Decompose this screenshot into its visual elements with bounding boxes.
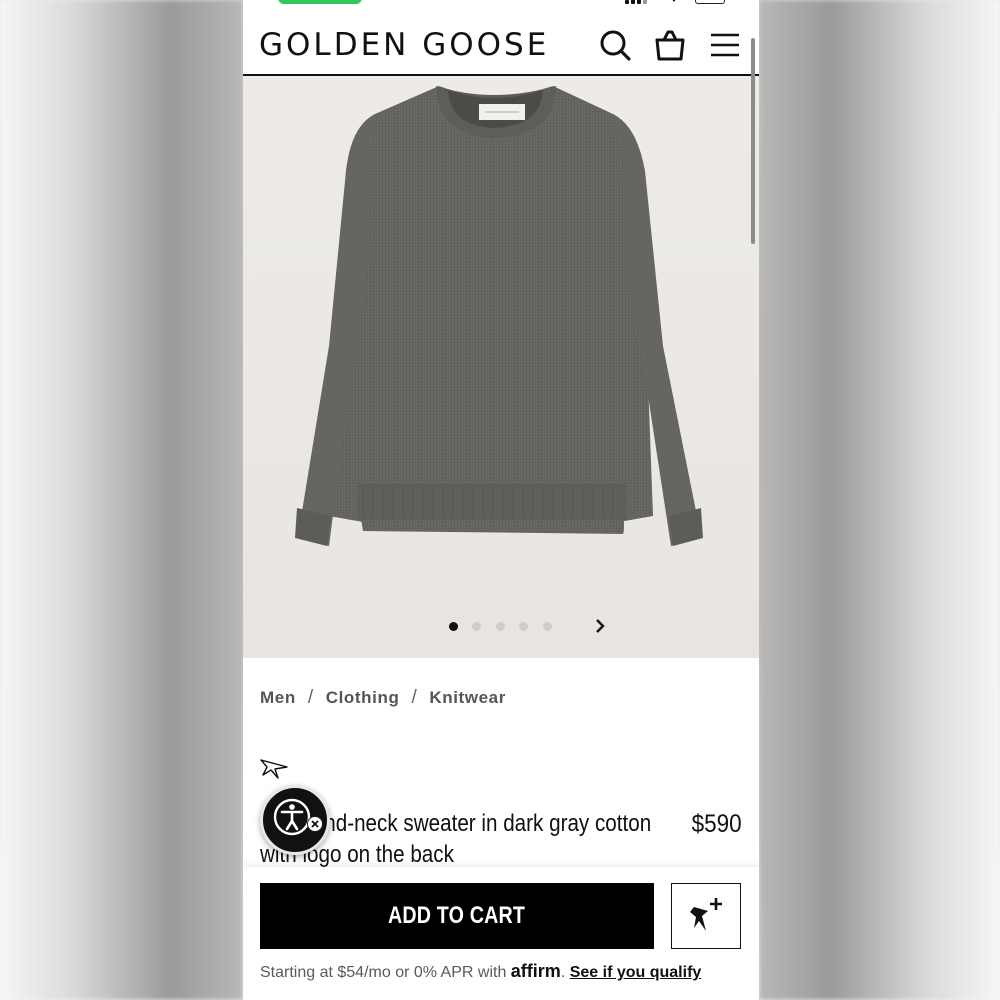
status-bar (243, 0, 759, 10)
battery-icon (695, 0, 725, 4)
breadcrumb-men[interactable]: Men (260, 688, 296, 708)
scrollbar[interactable] (751, 38, 755, 244)
signal-icon (643, 0, 647, 4)
background-right (759, 0, 1000, 1000)
close-icon[interactable] (307, 816, 323, 832)
gallery-dot[interactable] (519, 622, 528, 631)
shopping-bag-icon (655, 30, 685, 61)
signal-icon (631, 0, 635, 4)
brand-logo[interactable]: GOLDEN GOOSE (259, 27, 549, 63)
chevron-right-icon (596, 619, 605, 633)
background-left (0, 0, 243, 1000)
search-icon (600, 30, 631, 61)
hamburger-menu-icon (711, 33, 739, 57)
financing-suffix: . (560, 964, 570, 981)
purchase-bar: ADD TO CART Starting at $54/mo or 0% APR… (243, 867, 759, 1000)
call-indicator (278, 0, 362, 4)
signal-icon (637, 0, 641, 4)
star-plus-icon (690, 898, 722, 931)
breadcrumb-clothing[interactable]: Clothing (326, 688, 400, 708)
affirm-financing: Starting at $54/mo or 0% APR with affirm… (260, 961, 750, 982)
breadcrumb-separator: / (307, 687, 314, 708)
affirm-logo: affirm (510, 961, 561, 981)
wifi-icon (669, 0, 679, 2)
cart-button[interactable] (653, 28, 687, 62)
gallery-dot[interactable] (472, 622, 481, 631)
accessibility-button[interactable] (260, 785, 330, 855)
product-image (295, 86, 703, 546)
site-header: GOLDEN GOOSE (243, 22, 759, 76)
product-price: $590 (691, 810, 742, 838)
financing-text: Starting at $54/mo or 0% APR with (260, 964, 511, 981)
status-icons (625, 0, 729, 4)
gallery-dot[interactable] (449, 622, 458, 631)
affirm-qualify-link[interactable]: See if you qualify (570, 964, 702, 981)
add-to-cart-button[interactable]: ADD TO CART (260, 883, 654, 949)
gallery-dot[interactable] (496, 622, 505, 631)
phone-screen: GOLDEN GOOSE Men / Clothing / Knitwear o… (243, 0, 759, 1000)
breadcrumb-knitwear[interactable]: Knitwear (429, 688, 506, 708)
breadcrumb: Men / Clothing / Knitwear (260, 687, 506, 709)
gallery-next-button[interactable] (591, 617, 609, 635)
star-brand-icon (259, 757, 289, 781)
wishlist-button[interactable] (671, 883, 741, 949)
breadcrumb-separator: / (411, 687, 418, 708)
product-image-gallery[interactable] (243, 76, 759, 658)
signal-icon (625, 0, 629, 4)
gallery-dot[interactable] (543, 622, 552, 631)
product-title-line1: ound-neck sweater in dark gray cotton (301, 810, 652, 837)
menu-button[interactable] (708, 28, 742, 62)
search-button[interactable] (598, 28, 632, 62)
